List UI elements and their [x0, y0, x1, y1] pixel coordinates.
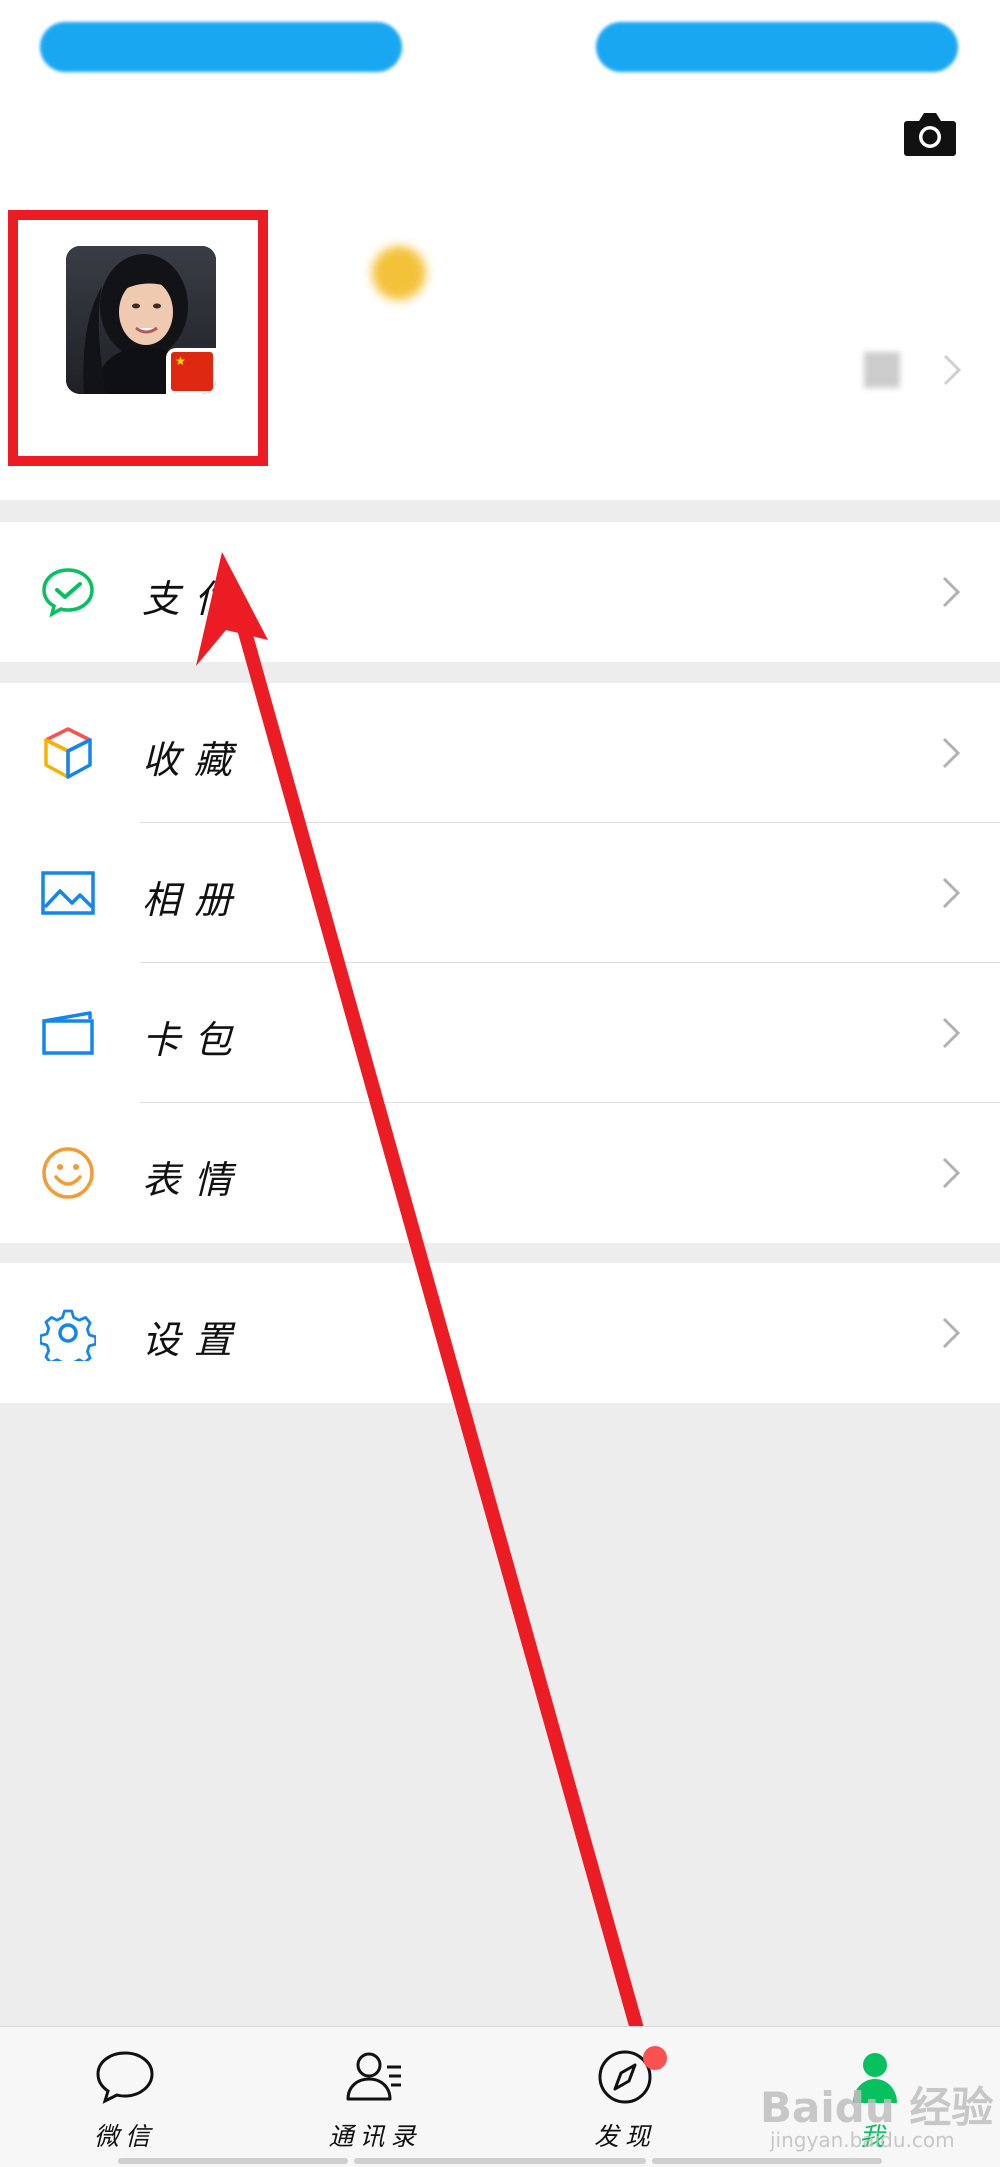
blurred-status-pill-left	[40, 22, 402, 72]
gear-icon	[40, 1309, 96, 1361]
album-picture-icon	[41, 871, 95, 915]
menu-item-settings[interactable]: 设置	[0, 1263, 1000, 1403]
tab-chats[interactable]: 微信	[0, 2027, 250, 2167]
discover-badge-dot	[643, 2046, 667, 2070]
menu-item-label: 收藏	[142, 738, 247, 782]
menu-item-favorites[interactable]: 收藏	[0, 683, 1000, 823]
card-wallet-icon	[42, 1011, 94, 1055]
chevron-right-icon	[942, 576, 961, 608]
annotation-highlight-box	[8, 210, 268, 466]
menu-item-label: 表情	[142, 1158, 247, 1202]
chevron-right-icon	[942, 1157, 961, 1189]
chevron-right-icon	[942, 1017, 961, 1049]
profile-chevron-icon[interactable]	[940, 352, 964, 388]
menu-item-stickers[interactable]: 表情	[0, 1103, 1000, 1243]
menu-item-label: 支付	[142, 577, 247, 621]
tab-label: 微信	[93, 2122, 156, 2151]
tab-label: 通讯录	[328, 2122, 422, 2151]
home-indicator-right	[652, 2158, 882, 2164]
menu-group-main: 收藏 相册 卡包 表情	[0, 683, 1000, 1243]
chevron-right-icon	[942, 737, 961, 769]
chevron-right-icon	[942, 1317, 961, 1349]
pay-icon	[42, 568, 94, 618]
home-indicator-left	[118, 2158, 348, 2164]
menu-item-pay[interactable]: 支付	[0, 522, 1000, 662]
tab-discover[interactable]: 发现	[500, 2027, 750, 2167]
camera-icon[interactable]	[903, 111, 957, 157]
menu-group-settings: 设置	[0, 1263, 1000, 1403]
menu-item-cards[interactable]: 卡包	[0, 963, 1000, 1103]
blurred-status-pill-right	[596, 22, 958, 72]
home-indicator-middle	[354, 2158, 646, 2164]
baidu-watermark: Baidu 经验	[760, 2083, 994, 2132]
smiley-face-icon	[42, 1147, 94, 1199]
qr-code-icon[interactable]	[864, 352, 900, 388]
menu-group-pay: 支付	[0, 522, 1000, 662]
nickname-emoji	[372, 246, 426, 300]
baidu-watermark-url: jingyan.baidu.com	[770, 2128, 955, 2152]
menu-item-album[interactable]: 相册	[0, 823, 1000, 963]
chat-bubble-icon	[96, 2051, 154, 2104]
menu-item-label: 卡包	[142, 1018, 247, 1062]
tab-label: 发现	[593, 2122, 656, 2151]
contacts-icon	[346, 2052, 401, 2101]
menu-item-label: 设置	[142, 1318, 247, 1362]
chevron-right-icon	[942, 877, 961, 909]
tab-contacts[interactable]: 通讯录	[250, 2027, 500, 2167]
favorites-cube-icon	[44, 727, 92, 779]
menu-item-label: 相册	[142, 878, 247, 922]
